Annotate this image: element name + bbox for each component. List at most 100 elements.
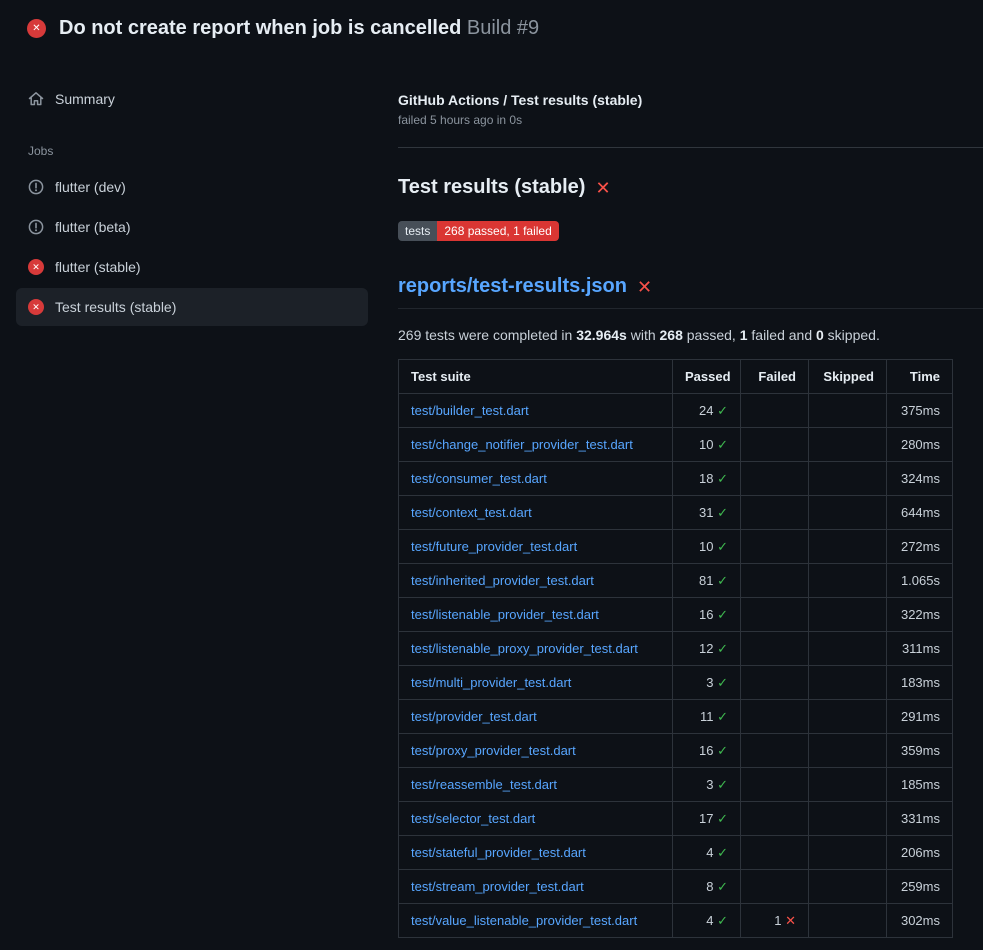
x-icon: ✕: [785, 913, 796, 928]
failed-cell: [741, 394, 809, 428]
alert-circle-icon: [28, 219, 44, 235]
x-icon: ✕: [32, 262, 40, 273]
x-icon: ✕: [32, 302, 40, 313]
x-circle-icon: ✕: [28, 299, 44, 315]
report-file-link[interactable]: reports/test-results.json: [398, 275, 627, 298]
test-suite-link[interactable]: test/builder_test.dart: [411, 403, 529, 418]
test-suite-link[interactable]: test/consumer_test.dart: [411, 471, 547, 486]
summary-prefix: 269 tests were completed in: [398, 327, 576, 343]
sidebar-item-flutter-dev[interactable]: flutter (dev): [16, 168, 368, 206]
column-header-time: Time: [887, 360, 953, 394]
skipped-cell: [809, 700, 887, 734]
table-row: test/provider_test.dart11 ✓291ms: [399, 700, 953, 734]
time-cell: 324ms: [887, 462, 953, 496]
failed-cell: [741, 666, 809, 700]
time-cell: 291ms: [887, 700, 953, 734]
test-suite-link[interactable]: test/provider_test.dart: [411, 709, 537, 724]
section-title-text: Test results (stable): [398, 176, 585, 199]
test-suite-link[interactable]: test/inherited_provider_test.dart: [411, 573, 594, 588]
table-row: test/listenable_provider_test.dart16 ✓32…: [399, 598, 953, 632]
table-row: test/consumer_test.dart18 ✓324ms: [399, 462, 953, 496]
test-suite-cell: test/context_test.dart: [399, 496, 673, 530]
table-row: test/reassemble_test.dart3 ✓185ms: [399, 768, 953, 802]
passed-cell: 81 ✓: [673, 564, 741, 598]
column-header-passed: Passed: [673, 360, 741, 394]
check-icon: ✓: [717, 403, 728, 418]
summary-failed: 1: [740, 327, 748, 343]
sidebar-item-flutter-stable[interactable]: ✕ flutter (stable): [16, 248, 368, 286]
test-suite-link[interactable]: test/context_test.dart: [411, 505, 532, 520]
breadcrumb: GitHub Actions / Test results (stable): [398, 92, 983, 108]
home-icon: [28, 91, 44, 107]
failed-status-icon: ✕: [27, 19, 46, 38]
skipped-cell: [809, 666, 887, 700]
test-suite-cell: test/builder_test.dart: [399, 394, 673, 428]
test-suite-cell: test/inherited_provider_test.dart: [399, 564, 673, 598]
failed-x-icon: ✕: [637, 278, 652, 296]
check-icon: ✓: [717, 879, 728, 894]
table-row: test/selector_test.dart 17 ✓ 331ms: [399, 802, 953, 836]
skipped-cell: [809, 598, 887, 632]
run-meta: failed 5 hours ago in 0s: [398, 113, 983, 127]
skipped-cell: [809, 496, 887, 530]
passed-cell: 17 ✓: [673, 802, 741, 836]
test-suite-link[interactable]: test/listenable_provider_test.dart: [411, 607, 599, 622]
skipped-cell: [809, 462, 887, 496]
table-row: test/stateful_provider_test.dart4 ✓206ms: [399, 836, 953, 870]
time-cell: 272ms: [887, 530, 953, 564]
sidebar-item-label: flutter (stable): [55, 259, 141, 275]
time-cell: 644ms: [887, 496, 953, 530]
sidebar-item-label: Test results (stable): [55, 299, 176, 315]
content: Summary Jobs flutter (dev): [0, 56, 983, 938]
test-suite-link[interactable]: test/reassemble_test.dart: [411, 777, 557, 792]
time-cell: 331ms: [887, 802, 953, 836]
check-icon: ✓: [717, 505, 728, 520]
test-suite-cell: test/stateful_provider_test.dart: [399, 836, 673, 870]
table-row: test/stream_provider_test.dart8 ✓259ms: [399, 870, 953, 904]
sidebar-item-summary[interactable]: Summary: [16, 80, 368, 118]
summary-mid2: passed,: [683, 327, 740, 343]
test-suite-link[interactable]: test/proxy_provider_test.dart: [411, 743, 576, 758]
failed-cell: [741, 632, 809, 666]
skipped-cell: [809, 836, 887, 870]
sidebar-item-test-results-stable[interactable]: ✕ Test results (stable): [16, 288, 368, 326]
test-suite-link[interactable]: test/stream_provider_test.dart: [411, 879, 584, 894]
sidebar: Summary Jobs flutter (dev): [0, 56, 382, 326]
table-row: test/future_provider_test.dart10 ✓272ms: [399, 530, 953, 564]
sidebar-item-label: Summary: [55, 91, 115, 107]
badge-label: tests: [398, 221, 437, 241]
test-suite-link[interactable]: test/listenable_proxy_provider_test.dart: [411, 641, 638, 656]
test-suite-cell: test/proxy_provider_test.dart: [399, 734, 673, 768]
badge-value: 268 passed, 1 failed: [437, 221, 558, 241]
test-suite-link[interactable]: test/multi_provider_test.dart: [411, 675, 571, 690]
sidebar-item-flutter-beta[interactable]: flutter (beta): [16, 208, 368, 246]
test-results-table: Test suite Passed Failed Skipped Time te…: [398, 359, 953, 938]
test-suite-link[interactable]: test/selector_test.dart: [411, 811, 535, 826]
summary-mid3: failed and: [748, 327, 817, 343]
report-title: reports/test-results.json ✕: [398, 275, 983, 309]
table-row: test/value_listenable_provider_test.dart…: [399, 904, 953, 938]
passed-cell: 4 ✓: [673, 904, 741, 938]
test-suite-cell: test/stream_provider_test.dart: [399, 870, 673, 904]
x-circle-icon: ✕: [28, 259, 44, 275]
test-suite-link[interactable]: test/change_notifier_provider_test.dart: [411, 437, 633, 452]
failed-cell: [741, 530, 809, 564]
skipped-cell: [809, 870, 887, 904]
check-icon: ✓: [717, 777, 728, 792]
summary-line: 269 tests were completed in 32.964s with…: [398, 327, 983, 343]
build-number: Build #9: [467, 17, 539, 39]
passed-cell: 10 ✓: [673, 428, 741, 462]
test-suite-link[interactable]: test/value_listenable_provider_test.dart: [411, 913, 637, 928]
summary-passed: 268: [660, 327, 683, 343]
test-suite-link[interactable]: test/stateful_provider_test.dart: [411, 845, 586, 860]
test-suite-cell: test/change_notifier_provider_test.dart: [399, 428, 673, 462]
passed-cell: 12 ✓: [673, 632, 741, 666]
table-row: test/change_notifier_provider_test.dart 1…: [399, 428, 953, 462]
check-icon: ✓: [717, 573, 728, 588]
failed-cell: [741, 428, 809, 462]
passed-cell: 24 ✓: [673, 394, 741, 428]
test-suite-link[interactable]: test/future_provider_test.dart: [411, 539, 577, 554]
test-suite-cell: test/reassemble_test.dart: [399, 768, 673, 802]
passed-cell: 16 ✓: [673, 598, 741, 632]
check-icon: ✓: [717, 471, 728, 486]
